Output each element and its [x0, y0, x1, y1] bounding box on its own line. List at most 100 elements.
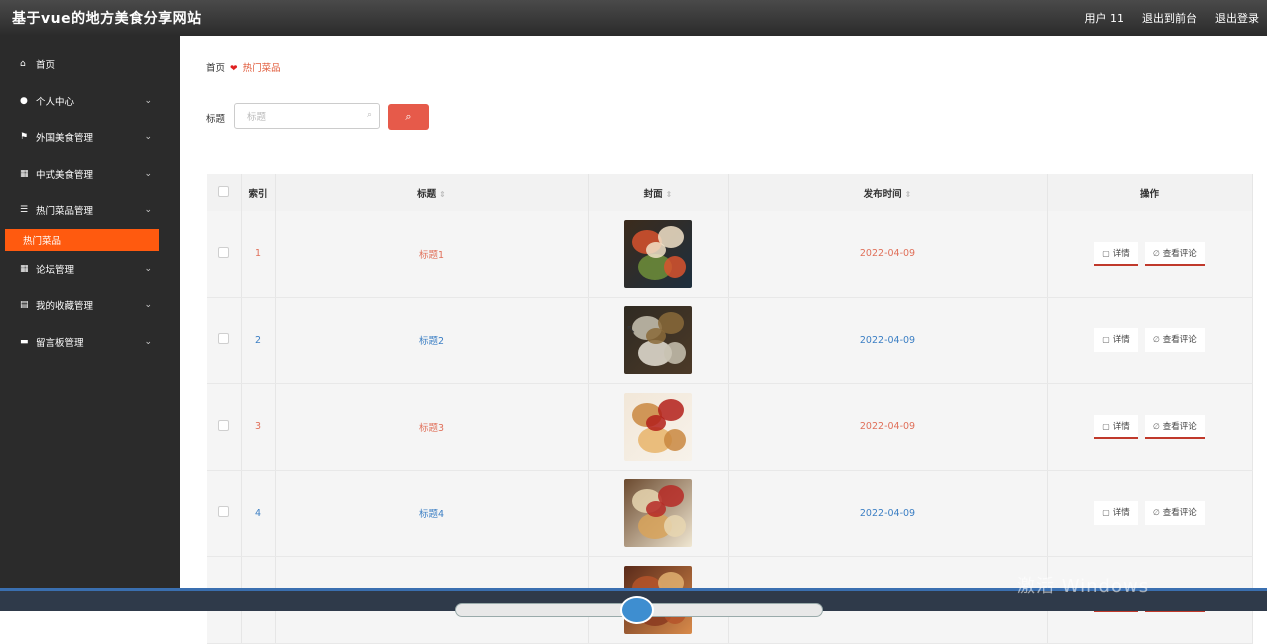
- food-shape: [664, 515, 686, 538]
- link-icon: ∅: [1152, 421, 1160, 431]
- breadcrumb-home[interactable]: 首页: [206, 63, 225, 74]
- row-actions: ▢详情 ∅查看评论: [1047, 297, 1253, 384]
- main-content: 首页❤热门菜品 标题 ⌕ ⌕ 索引 标题⇕ 封面⇕ 发布时间⇕ 操作 1 标题1: [180, 36, 1267, 644]
- row-select-cell: [207, 383, 242, 471]
- sidebar-item-home[interactable]: ⌂ 首页: [0, 46, 180, 83]
- breadcrumb: 首页 ❤ 热门菜品: [206, 60, 281, 74]
- column-header-label: 标题: [417, 188, 437, 200]
- link-icon: ∅: [1152, 335, 1160, 345]
- column-header-index: 索引: [241, 174, 276, 211]
- view-comments-button[interactable]: ∅查看评论: [1144, 501, 1205, 526]
- food-shape: [664, 428, 686, 451]
- sidebar-item-message-board[interactable]: ▬ 留言板管理 ⌄: [0, 324, 180, 361]
- sidebar-item-personal-center[interactable]: ● 个人中心 ⌄: [0, 83, 180, 120]
- row-cover-cell: [588, 297, 729, 384]
- detail-button-label: 详情: [1112, 335, 1130, 346]
- row-cover-cell: [588, 383, 729, 471]
- food-cover-image: [624, 479, 692, 548]
- sort-icon: ⇕: [904, 189, 912, 199]
- row-select-cell: [207, 470, 242, 557]
- row-actions: ▢详情 ∅查看评论: [1047, 383, 1253, 471]
- table-header-row: 索引 标题 ⇕ 封面 ⇕ 发布时间 ⇕ 操作: [207, 174, 1253, 211]
- food-shape: [646, 241, 666, 258]
- chevron-down-icon: ⌄: [144, 300, 152, 311]
- chevron-down-icon: ⌄: [144, 263, 152, 274]
- row-index: 2: [241, 297, 276, 384]
- food-shape: [664, 255, 686, 278]
- column-header-label: 封面: [643, 188, 663, 200]
- table-row: 4 标题4 2022-04-09 ▢ 详情 ∅ 查看评论: [207, 470, 1253, 557]
- sidebar-item-forum[interactable]: ▦ 论坛管理 ⌄: [0, 251, 180, 288]
- row-checkbox[interactable]: [218, 506, 230, 518]
- document-icon: ▢: [1102, 248, 1110, 258]
- column-header-cover[interactable]: 封面 ⇕: [588, 174, 729, 211]
- search-icon: ⌕: [366, 110, 372, 120]
- sidebar-item-label: 外国美食管理: [36, 133, 94, 145]
- view-comments-label: 查看评论: [1162, 508, 1197, 519]
- sidebar-item-label: 个人中心: [36, 96, 75, 108]
- row-checkbox[interactable]: [218, 333, 230, 345]
- row-index: 3: [241, 383, 276, 471]
- home-icon: ⌂: [20, 59, 26, 70]
- link-icon: ∅: [1152, 248, 1160, 258]
- row-actions: ▢详情 ∅查看评论: [1047, 211, 1253, 298]
- document-icon: ▢: [1102, 421, 1110, 431]
- sort-icon: ⇕: [665, 189, 673, 199]
- sidebar-item-hot-dishes[interactable]: ☰ 热门菜品管理 ⌄: [0, 192, 180, 229]
- food-shape: [664, 342, 686, 365]
- search-input[interactable]: [245, 105, 359, 129]
- chevron-down-icon: ⌄: [144, 336, 152, 347]
- grid-icon: ▦: [20, 263, 29, 274]
- detail-button[interactable]: ▢详情: [1094, 414, 1138, 439]
- row-select-cell: [207, 211, 242, 298]
- view-comments-button[interactable]: ∅查看评论: [1144, 241, 1205, 266]
- column-header-date[interactable]: 发布时间 ⇕: [728, 174, 1048, 211]
- search-label: 标题: [206, 114, 226, 125]
- select-all-checkbox[interactable]: [218, 185, 230, 197]
- food-cover-image: [624, 306, 692, 375]
- user-label[interactable]: 用户 11: [1085, 10, 1125, 26]
- column-header-title[interactable]: 标题 ⇕: [275, 174, 589, 211]
- search-button[interactable]: ⌕: [388, 104, 429, 130]
- view-comments-label: 查看评论: [1162, 421, 1197, 432]
- select-all-cell: [207, 174, 242, 211]
- detail-button[interactable]: ▢详情: [1094, 328, 1138, 353]
- row-date: 2022-04-09: [728, 383, 1048, 471]
- user-icon: ●: [20, 95, 28, 106]
- flag-icon: ⚑: [20, 132, 29, 143]
- detail-button-label: 详情: [1112, 508, 1130, 519]
- column-header-actions: 操作: [1047, 174, 1253, 211]
- sort-icon: ⇕: [439, 189, 446, 199]
- chevron-down-icon: ⌄: [144, 95, 152, 106]
- sidebar-item-label: 我的收藏管理: [36, 301, 94, 313]
- search-icon: ⌕: [405, 110, 412, 123]
- detail-button[interactable]: ▢详情: [1094, 241, 1138, 266]
- logout-link[interactable]: 退出登录: [1215, 10, 1259, 26]
- exit-to-front-link[interactable]: 退出到前台: [1142, 10, 1197, 26]
- sidebar-item-label: 中式美食管理: [36, 169, 94, 181]
- list-icon: ☰: [20, 205, 29, 216]
- view-comments-button[interactable]: ∅查看评论: [1144, 328, 1205, 353]
- sidebar-item-foreign-food[interactable]: ⚑ 外国美食管理 ⌄: [0, 119, 180, 156]
- chat-icon: ▬: [20, 336, 29, 347]
- sidebar-item-favorites[interactable]: ▤ 我的收藏管理 ⌄: [0, 287, 180, 324]
- sidebar-subitem-hot-dishes[interactable]: 热门菜品: [5, 228, 159, 251]
- row-checkbox[interactable]: [218, 419, 230, 431]
- top-header-bar: 基于vue的地方美食分享网站 用户 11 退出到前台 退出登录: [0, 0, 1267, 36]
- row-checkbox[interactable]: [218, 246, 230, 258]
- header-actions: 用户 11 退出到前台 退出登录: [1085, 10, 1260, 26]
- row-select-cell: [207, 297, 242, 384]
- chevron-down-icon: ⌄: [144, 205, 152, 216]
- view-comments-label: 查看评论: [1162, 335, 1197, 346]
- play-button[interactable]: [620, 596, 654, 624]
- view-comments-button[interactable]: ∅查看评论: [1144, 414, 1205, 439]
- column-header-label: 发布时间: [863, 188, 902, 200]
- food-cover-image: [624, 219, 692, 288]
- sidebar-item-chinese-food[interactable]: ▦ 中式美食管理 ⌄: [0, 156, 180, 193]
- row-title: 标题4: [275, 470, 589, 557]
- breadcrumb-current: 热门菜品: [242, 63, 281, 74]
- detail-button[interactable]: ▢详情: [1094, 501, 1138, 526]
- food-shape: [646, 414, 666, 431]
- heart-icon: ❤: [230, 64, 238, 74]
- sidebar: ⌂ 首页 ● 个人中心 ⌄ ⚑ 外国美食管理 ⌄ ▦ 中式美食管理 ⌄ ☰ 热门…: [0, 36, 180, 611]
